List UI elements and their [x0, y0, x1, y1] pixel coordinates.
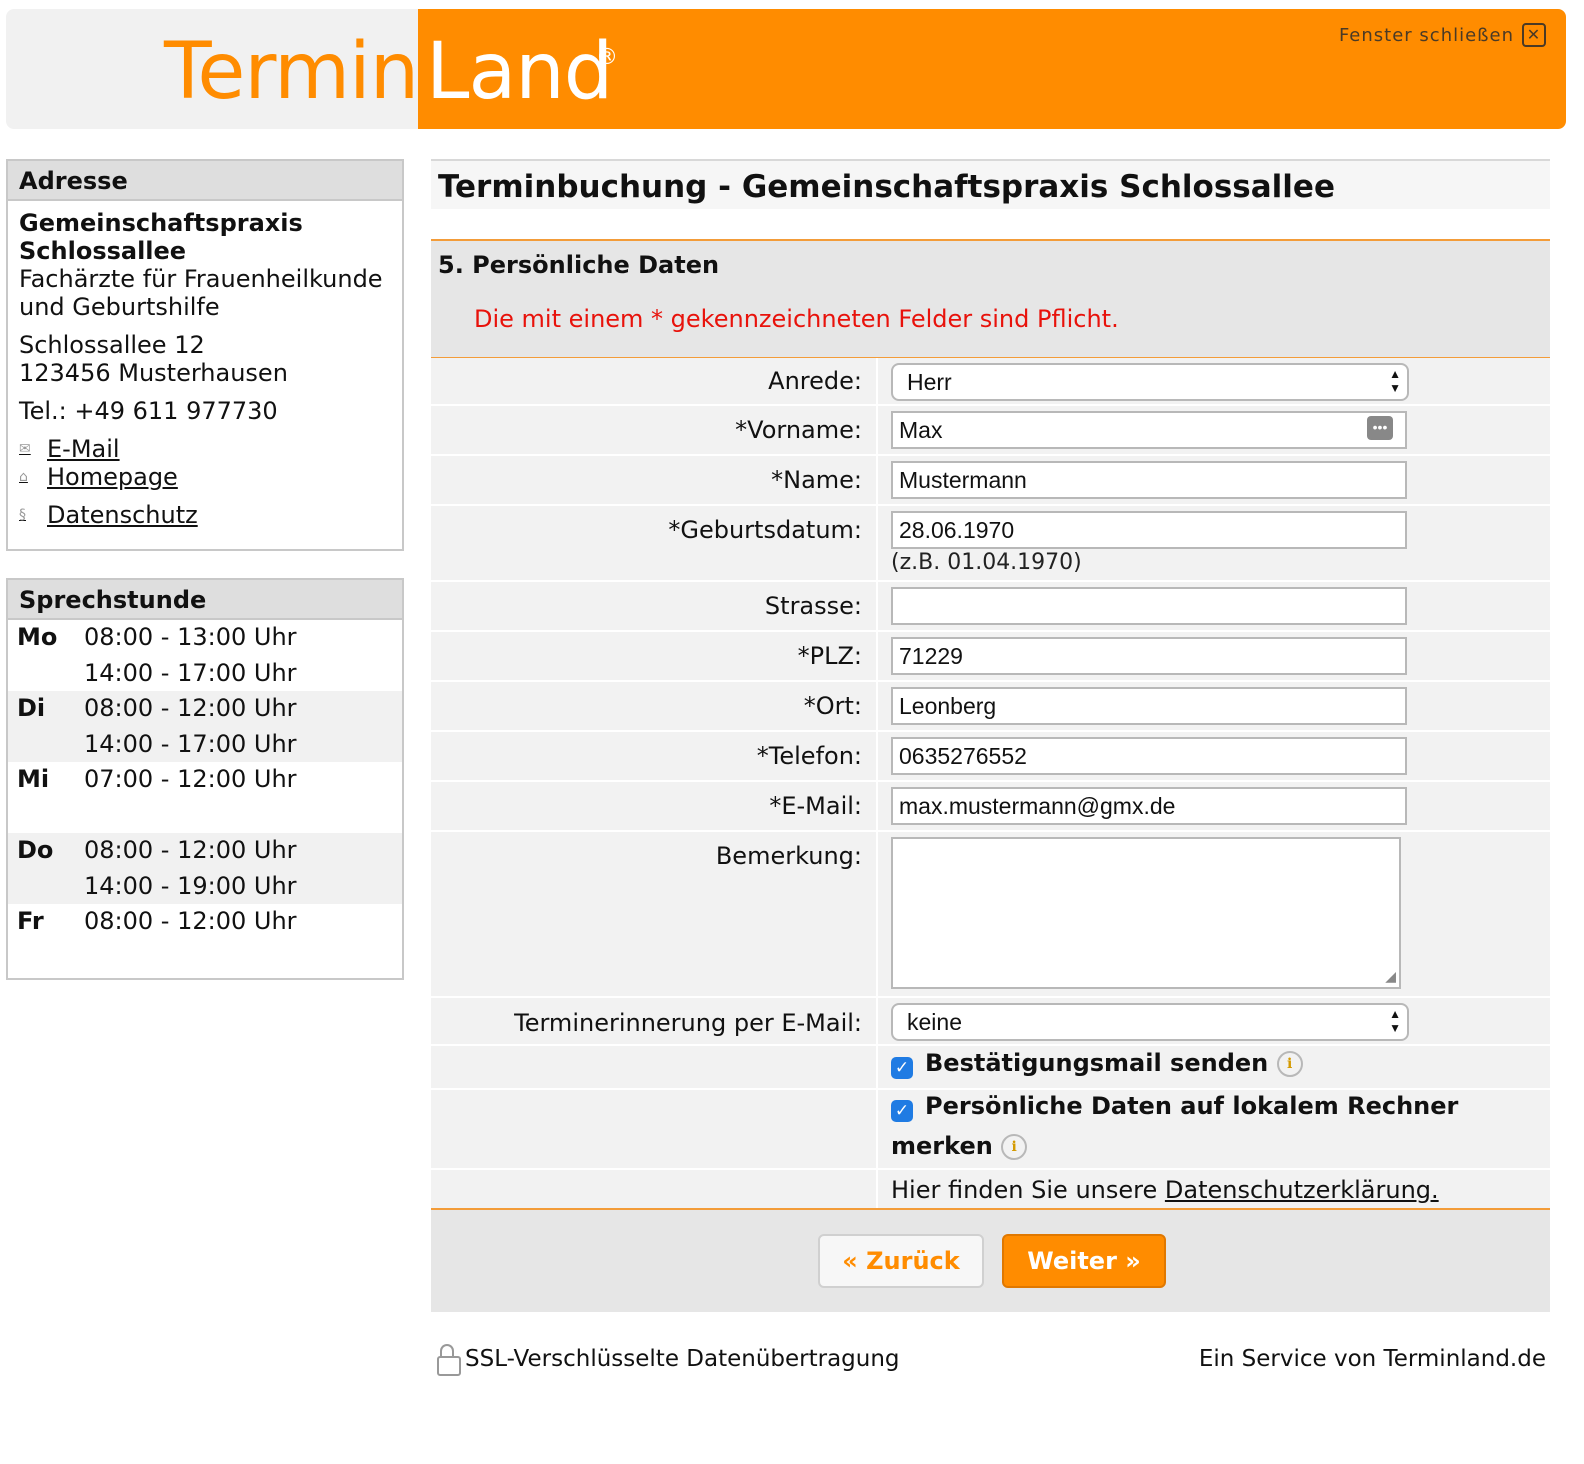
ssl-note: SSL-Verschlüsselte Datenübertragung	[465, 1346, 900, 1372]
row-confirm-mail: ✓ Bestätigungsmail senden i	[431, 1046, 1550, 1090]
button-bar: « Zurück Weiter »	[431, 1208, 1550, 1312]
datenschutz-link[interactable]: § Datenschutz	[19, 501, 391, 529]
select-arrows-icon: ▲ ▼	[1389, 367, 1401, 395]
practice-name-line2: Schlossallee	[19, 237, 187, 265]
service-note: Ein Service von Terminland.de	[1198, 1346, 1546, 1372]
row-reminder: Terminerinnerung per E-Mail: keine ▲ ▼	[431, 998, 1550, 1046]
mail-icon: ✉	[19, 441, 31, 457]
confirm-mail-checkbox[interactable]: ✓	[891, 1057, 913, 1079]
bemerkung-textarea[interactable]: ◢	[891, 837, 1401, 989]
row-vorname: *Vorname: Max •••	[431, 406, 1550, 456]
remember-data-label-line2: merken	[891, 1132, 993, 1160]
bemerkung-label: Bemerkung:	[715, 842, 862, 870]
hours-row-di: Di 08:00 - 12:00 Uhr 14:00 - 17:00 Uhr	[8, 691, 402, 762]
reminder-label: Terminerinnerung per E-Mail:	[514, 1009, 862, 1037]
office-hours-title: Sprechstunde	[8, 580, 402, 620]
telefon-input[interactable]: 0635276552	[891, 737, 1407, 775]
autofill-icon[interactable]: •••	[1367, 416, 1393, 440]
section-title: 5. Persönliche Daten	[438, 251, 720, 279]
specialty-line2: und Geburtshilfe	[19, 293, 220, 321]
email-input[interactable]: max.mustermann@gmx.de	[891, 787, 1407, 825]
ort-input[interactable]: Leonberg	[891, 687, 1407, 725]
hours-row-mi: Mi 07:00 - 12:00 Uhr	[17, 765, 297, 793]
strasse-label: Strasse:	[764, 592, 862, 620]
next-button[interactable]: Weiter »	[1002, 1234, 1166, 1288]
main-content: Terminbuchung - Gemeinschaftspraxis Schl…	[431, 159, 1550, 1312]
plz-label: *PLZ:	[797, 642, 862, 670]
telefon-label: *Telefon:	[756, 742, 862, 770]
close-window-label[interactable]: Fenster schließen	[1339, 25, 1514, 46]
row-bemerkung: Bemerkung: ◢	[431, 832, 1550, 998]
resize-grip-icon[interactable]: ◢	[1385, 969, 1396, 985]
header: Termin Land ® Fenster schließen ✕	[6, 9, 1566, 129]
specialty-line1: Fachärzte für Frauenheilkunde	[19, 265, 383, 293]
required-fields-note: Die mit einem * gekennzeichneten Felder …	[474, 305, 1119, 333]
office-hours-box: Sprechstunde Mo 08:00 - 13:00 Uhr 14:00 …	[6, 578, 404, 980]
plz-input[interactable]: 71229	[891, 637, 1407, 675]
vorname-input[interactable]: Max •••	[891, 411, 1407, 449]
footer: SSL-Verschlüsselte Datenübertragung Ein …	[431, 1338, 1550, 1378]
row-email: *E-Mail: max.mustermann@gmx.de	[431, 782, 1550, 832]
row-name: *Name: Mustermann	[431, 456, 1550, 506]
anrede-label: Anrede:	[768, 367, 862, 395]
row-geburtsdatum: *Geburtsdatum: 28.06.1970 (z.B. 01.04.19…	[431, 506, 1550, 582]
close-x-icon[interactable]: ✕	[1522, 23, 1546, 47]
geburtsdatum-input[interactable]: 28.06.1970	[891, 511, 1407, 549]
vorname-label: *Vorname:	[735, 416, 862, 444]
row-strasse: Strasse:	[431, 582, 1550, 632]
personal-data-form: Anrede: Herr ▲ ▼ *Vorname: Max ••• *Name:…	[431, 358, 1550, 1216]
paragraph-icon: §	[19, 507, 26, 523]
lock-icon	[437, 1344, 461, 1376]
row-telefon: *Telefon: 0635276552	[431, 732, 1550, 782]
section-header: 5. Persönliche Daten Die mit einem * gek…	[431, 239, 1550, 359]
remember-data-label-line1: Persönliche Daten auf lokalem Rechner	[925, 1092, 1459, 1120]
address-street: Schlossallee 12	[19, 331, 205, 359]
homepage-link[interactable]: ⌂ Homepage	[19, 463, 391, 491]
ort-label: *Ort:	[803, 692, 862, 720]
name-label: *Name:	[771, 466, 862, 494]
page-title: Terminbuchung - Gemeinschaftspraxis Schl…	[438, 169, 1335, 205]
email-link[interactable]: ✉ E-Mail	[19, 435, 391, 463]
hours-row-mo: Mo 08:00 - 13:00 Uhr 14:00 - 17:00 Uhr	[17, 623, 297, 687]
select-arrows-icon: ▲ ▼	[1389, 1007, 1401, 1035]
address-phone: Tel.: +49 611 977730	[19, 397, 278, 425]
address-title: Adresse	[8, 161, 402, 201]
back-button[interactable]: « Zurück	[818, 1234, 984, 1288]
reminder-select[interactable]: keine ▲ ▼	[891, 1003, 1409, 1041]
address-box: Adresse Gemeinschaftspraxis Schlossallee…	[6, 159, 404, 551]
geburtsdatum-hint: (z.B. 01.04.1970)	[891, 550, 1082, 575]
title-bar: Terminbuchung - Gemeinschaftspraxis Schl…	[431, 159, 1550, 209]
address-city: 123456 Musterhausen	[19, 359, 288, 387]
row-ort: *Ort: Leonberg	[431, 682, 1550, 732]
row-plz: *PLZ: 71229	[431, 632, 1550, 682]
practice-name-line1: Gemeinschaftspraxis	[19, 209, 303, 237]
info-icon[interactable]: i	[1001, 1134, 1028, 1160]
confirm-mail-label: Bestätigungsmail senden	[925, 1049, 1269, 1077]
row-remember-data: ✓ Persönliche Daten auf lokalem Rechner …	[431, 1090, 1550, 1170]
email-label: *E-Mail:	[769, 792, 862, 820]
info-icon[interactable]: i	[1276, 1051, 1303, 1077]
hours-row-fr: Fr 08:00 - 12:00 Uhr	[17, 907, 297, 935]
home-icon: ⌂	[19, 469, 28, 485]
privacy-text: Hier finden Sie unsere	[891, 1176, 1158, 1204]
strasse-input[interactable]	[891, 587, 1407, 625]
hours-row-do: Do 08:00 - 12:00 Uhr 14:00 - 19:00 Uhr	[8, 833, 402, 904]
remember-data-checkbox[interactable]: ✓	[891, 1100, 913, 1122]
geburtsdatum-label: *Geburtsdatum:	[668, 516, 862, 544]
anrede-select[interactable]: Herr ▲ ▼	[891, 363, 1409, 401]
name-input[interactable]: Mustermann	[891, 461, 1407, 499]
row-anrede: Anrede: Herr ▲ ▼	[431, 358, 1550, 406]
privacy-policy-link[interactable]: Datenschutzerklärung.	[1165, 1176, 1439, 1204]
close-window-link[interactable]: Fenster schließen ✕	[1339, 23, 1546, 47]
